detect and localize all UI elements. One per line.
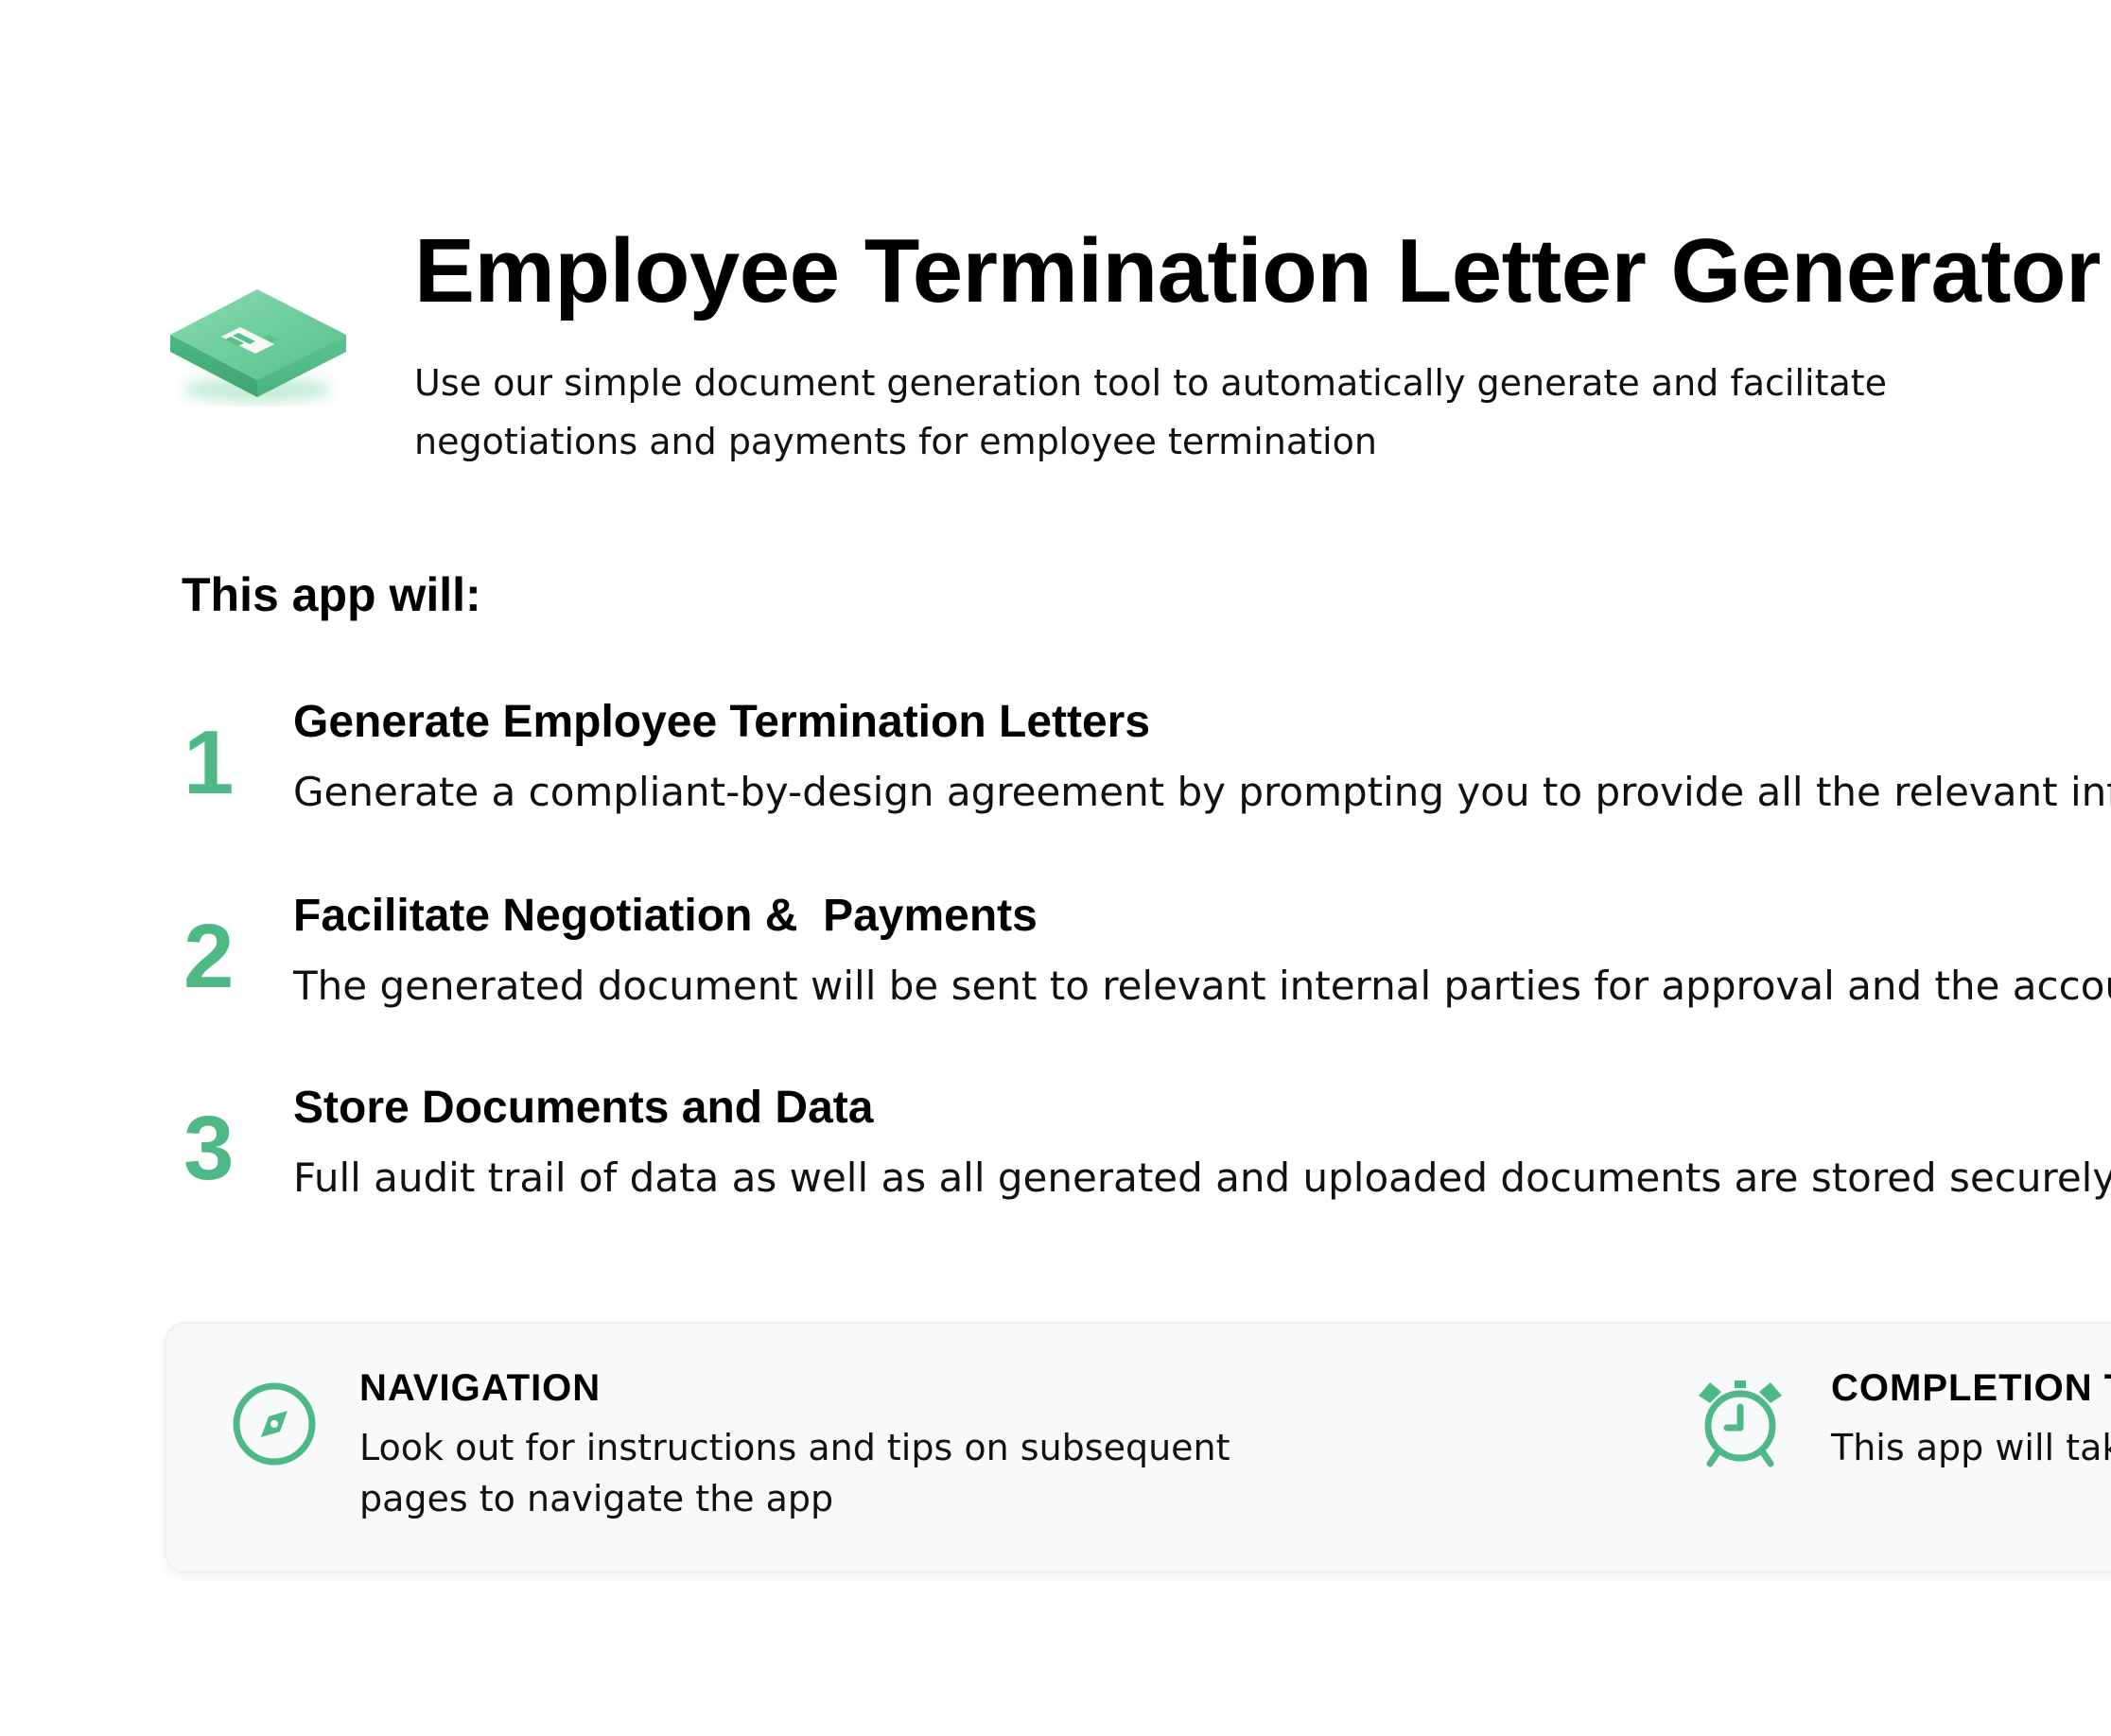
feature-step-1: 1 Generate Employee Termination Letters … xyxy=(182,692,2111,862)
document-app-icon xyxy=(170,289,346,403)
completion-time-description: This app will take approximately 10 minu… xyxy=(1831,1427,2111,1468)
navigation-description: Look out for instructions and tips on su… xyxy=(359,1427,1230,1519)
page-subtitle: Use our simple document generation tool … xyxy=(414,362,1888,462)
navigation-title: NAVIGATION xyxy=(359,1367,602,1409)
alarm-clock-icon xyxy=(1699,1380,1782,1467)
step-title: Store Documents and Data xyxy=(293,1083,874,1133)
step-title: Generate Employee Termination Letters xyxy=(293,697,1151,747)
step-description: Full audit trail of data as well as all … xyxy=(293,1154,2111,1201)
completion-time-title: COMPLETION TIME xyxy=(1831,1367,2111,1409)
page-title: Employee Termination Letter Generator xyxy=(414,220,2101,321)
step-title: Facilitate Negotiation & Payments xyxy=(293,891,1038,941)
step-description: The generated document will be sent to r… xyxy=(293,963,2111,1009)
step-description: Generate a compliant-by-design agreement… xyxy=(293,769,2111,815)
step-number: 1 xyxy=(183,712,235,813)
step-number: 2 xyxy=(183,906,235,1007)
compass-icon xyxy=(233,1382,316,1466)
page: Employee Termination Letter Generator Us… xyxy=(0,0,2111,1736)
features-heading: This app will: xyxy=(182,568,481,621)
step-number: 3 xyxy=(183,1098,235,1199)
feature-step-3: 3 Store Documents and Data Full audit tr… xyxy=(182,1078,2111,1248)
feature-step-2: 2 Facilitate Negotiation & Payments The … xyxy=(182,886,2111,1056)
info-card: NAVIGATION Look out for instructions and… xyxy=(165,1322,2111,1573)
